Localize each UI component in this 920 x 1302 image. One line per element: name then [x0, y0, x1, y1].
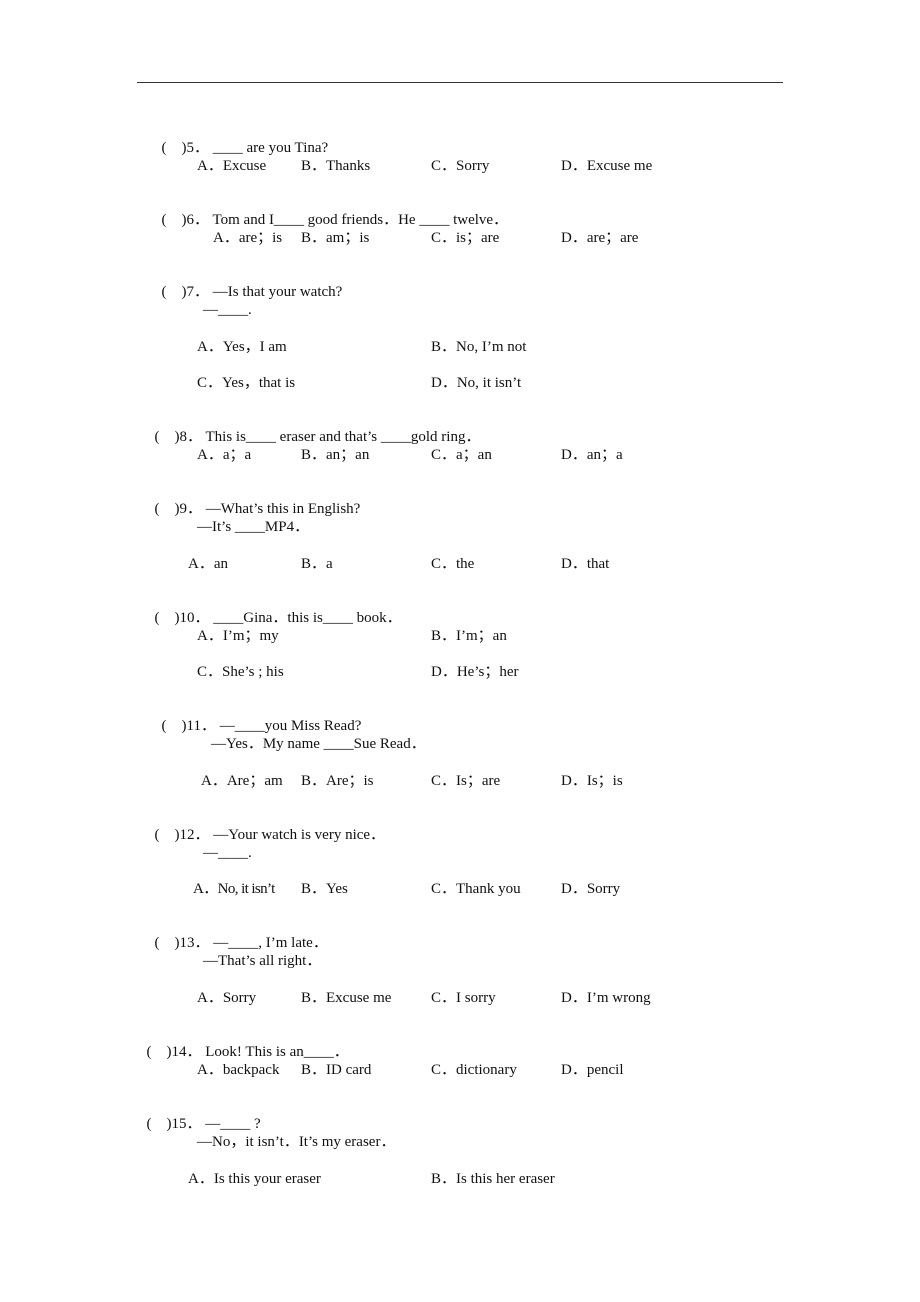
question-number: 10．: [179, 610, 210, 626]
option-b[interactable]: B．Excuse me: [301, 989, 391, 1007]
question-13-stem: ( )13． —____, I’m late．: [147, 916, 328, 952]
question-9-reply: —It’s ____MP4．: [197, 519, 310, 535]
answer-paren[interactable]: ( ): [147, 1116, 172, 1132]
option-c[interactable]: C．a；an: [431, 446, 492, 464]
question-text: ____ are you Tina?: [212, 140, 329, 156]
answer-paren[interactable]: ( ): [155, 610, 180, 626]
option-b[interactable]: B．am；is: [301, 229, 369, 247]
question-number: 5．: [186, 140, 210, 156]
option-d[interactable]: D．Sorry: [561, 880, 620, 898]
option-c[interactable]: C．dictionary: [431, 1061, 517, 1079]
question-text: Look! This is an____．: [205, 1044, 349, 1060]
answer-paren[interactable]: ( ): [155, 935, 180, 951]
option-d[interactable]: D．that: [561, 555, 609, 573]
option-c[interactable]: C．She’s ; his: [197, 663, 284, 681]
answer-paren[interactable]: ( ): [162, 212, 187, 228]
answer-paren[interactable]: ( ): [155, 501, 180, 517]
answer-paren[interactable]: ( ): [162, 284, 187, 300]
option-b[interactable]: B．Thanks: [301, 157, 370, 175]
question-text: —What’s this in English?: [205, 501, 361, 517]
question-number: 9．: [179, 501, 203, 517]
question-number: 12．: [179, 827, 210, 843]
option-a[interactable]: A．a；a: [197, 446, 251, 464]
option-b[interactable]: B．I’m；an: [431, 627, 507, 645]
option-a[interactable]: A．Is this your eraser: [188, 1170, 321, 1188]
question-text: This is____ eraser and that’s ____gold r…: [205, 429, 481, 445]
question-13-reply: —That’s all right．: [203, 953, 322, 969]
option-a[interactable]: A．Sorry: [197, 989, 256, 1007]
option-b[interactable]: B．a: [301, 555, 333, 573]
question-11-reply: —Yes．My name ____Sue Read．: [211, 736, 426, 752]
question-text: —____ ?: [205, 1116, 261, 1132]
option-b[interactable]: B．ID card: [301, 1061, 371, 1079]
option-b[interactable]: B．Yes: [301, 880, 348, 898]
option-b[interactable]: B．Is this her eraser: [431, 1170, 555, 1188]
question-number: 11．: [186, 718, 216, 734]
option-d[interactable]: D．an；a: [561, 446, 623, 464]
option-d[interactable]: D．Is；is: [561, 772, 623, 790]
option-b[interactable]: B．No, I’m not: [431, 338, 526, 356]
question-7-reply: —____.: [203, 302, 252, 318]
question-text: —Your watch is very nice．: [213, 827, 386, 843]
option-d[interactable]: D．are；are: [561, 229, 638, 247]
option-a[interactable]: A．are；is: [213, 229, 282, 247]
option-d[interactable]: D．Excuse me: [561, 157, 652, 175]
question-number: 7．: [186, 284, 210, 300]
question-12-reply: —____.: [203, 845, 252, 861]
question-14-stem: ( )14． Look! This is an____．: [139, 1025, 349, 1061]
question-5-stem: ( )5． ____ are you Tina?: [154, 121, 329, 157]
option-a[interactable]: A．Are；am: [201, 772, 283, 790]
question-11-stem: ( )11． —____you Miss Read?: [154, 699, 362, 735]
answer-paren[interactable]: ( ): [155, 429, 180, 445]
question-8-stem: ( )8． This is____ eraser and that’s ____…: [147, 410, 481, 446]
option-d[interactable]: D．I’m wrong: [561, 989, 651, 1007]
question-12-stem: ( )12． —Your watch is very nice．: [147, 808, 386, 844]
header-rule: [137, 82, 783, 83]
option-a[interactable]: A．Yes，I am: [197, 338, 287, 356]
question-text: —____you Miss Read?: [219, 718, 362, 734]
option-a[interactable]: A．backpack: [197, 1061, 279, 1079]
question-9-stem: ( )9． —What’s this in English?: [147, 482, 361, 518]
answer-paren[interactable]: ( ): [147, 1044, 172, 1060]
question-text: —____, I’m late．: [213, 935, 328, 951]
option-a[interactable]: A．No, it isn’t: [193, 880, 275, 898]
question-6-stem: ( )6． Tom and I____ good friends．He ____…: [154, 193, 509, 229]
question-10-stem: ( )10． ____Gina．this is____ book．: [147, 591, 402, 627]
option-d[interactable]: D．He’s；her: [431, 663, 518, 681]
question-7-stem: ( )7． —Is that your watch?: [154, 265, 343, 301]
answer-paren[interactable]: ( ): [155, 827, 180, 843]
option-d[interactable]: D．No, it isn’t: [431, 374, 521, 392]
question-number: 14．: [171, 1044, 202, 1060]
option-c[interactable]: C．I sorry: [431, 989, 496, 1007]
option-b[interactable]: B．Are；is: [301, 772, 374, 790]
question-number: 6．: [186, 212, 210, 228]
option-a[interactable]: A．Excuse: [197, 157, 266, 175]
option-c[interactable]: C．is；are: [431, 229, 499, 247]
option-a[interactable]: A．an: [188, 555, 228, 573]
option-b[interactable]: B．an；an: [301, 446, 369, 464]
question-number: 15．: [171, 1116, 202, 1132]
option-c[interactable]: C．Is；are: [431, 772, 500, 790]
option-c[interactable]: C．Sorry: [431, 157, 489, 175]
question-text: Tom and I____ good friends．He ____ twelv…: [212, 212, 509, 228]
question-number: 13．: [179, 935, 210, 951]
option-c[interactable]: C．the: [431, 555, 474, 573]
question-15-stem: ( )15． —____ ?: [139, 1097, 261, 1133]
question-number: 8．: [179, 429, 203, 445]
question-15-reply: —No，it isn’t．It’s my eraser．: [197, 1134, 396, 1150]
option-c[interactable]: C．Thank you: [431, 880, 521, 898]
question-text: ____Gina．this is____ book．: [213, 610, 402, 626]
answer-paren[interactable]: ( ): [162, 140, 187, 156]
option-a[interactable]: A．I’m；my: [197, 627, 279, 645]
option-d[interactable]: D．pencil: [561, 1061, 623, 1079]
question-text: —Is that your watch?: [212, 284, 343, 300]
option-c[interactable]: C．Yes，that is: [197, 374, 295, 392]
answer-paren[interactable]: ( ): [162, 718, 187, 734]
